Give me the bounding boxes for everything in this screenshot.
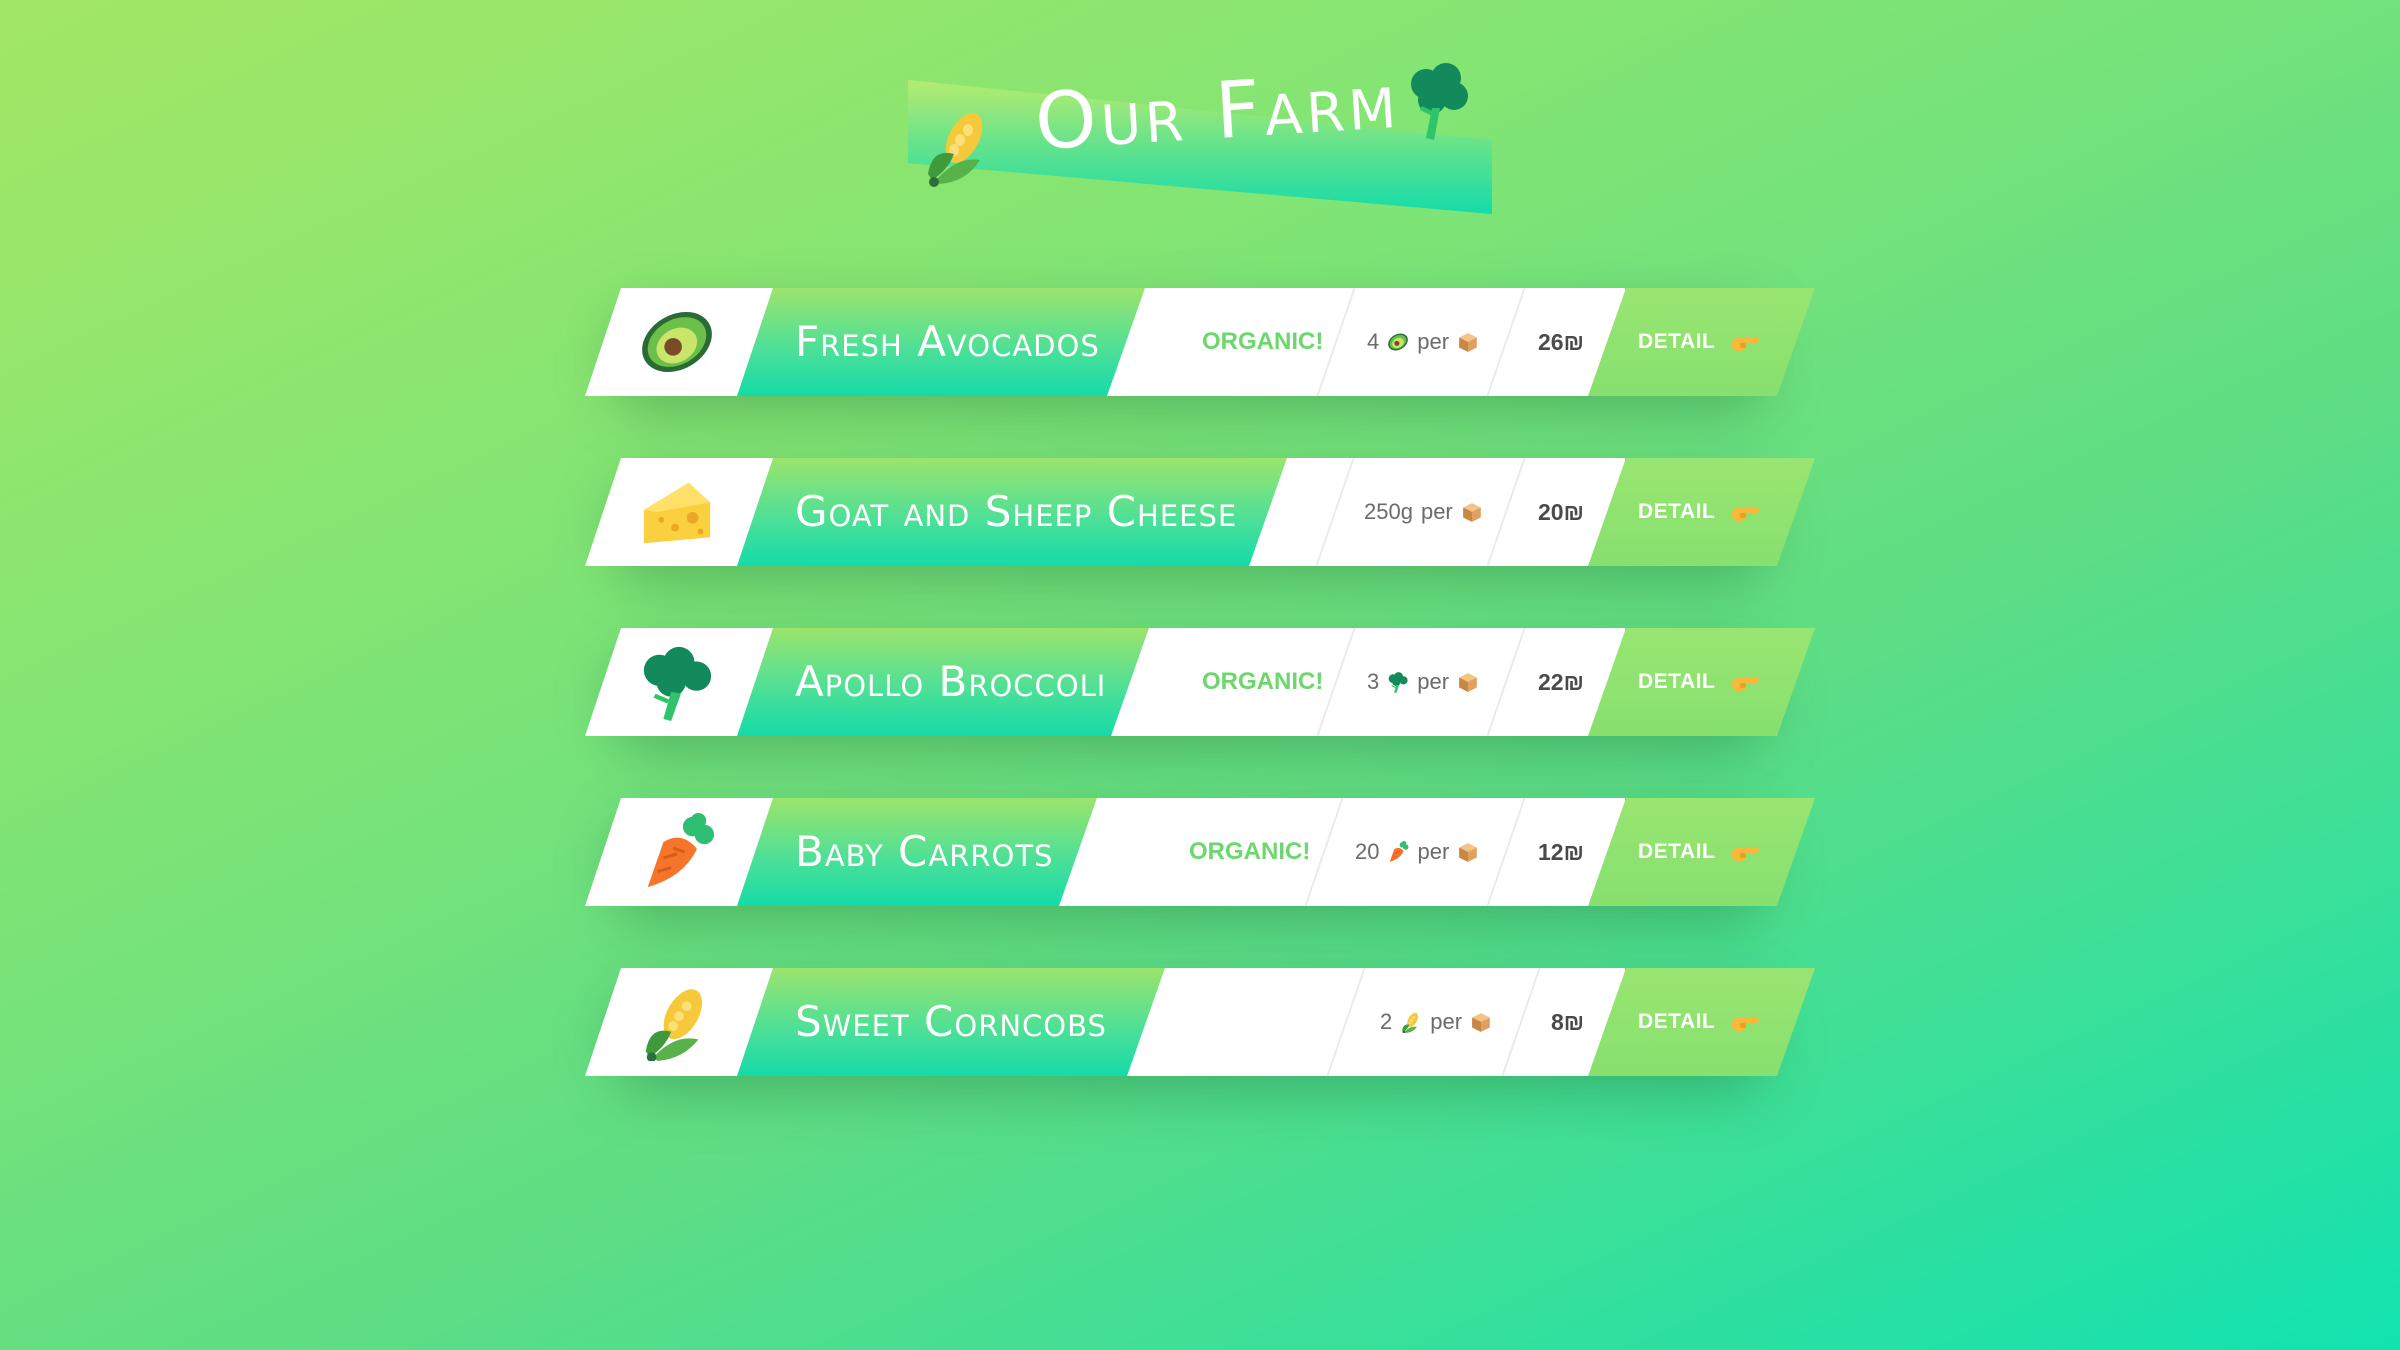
quantity-per-box: 3 per — [1367, 628, 1479, 736]
quantity-amount: 4 — [1367, 329, 1380, 354]
price: 22₪ — [1538, 669, 1584, 695]
box-icon — [1470, 1011, 1492, 1033]
detail-button-label[interactable]: DETAIL — [1638, 288, 1715, 396]
carrot-icon — [637, 813, 717, 888]
product-row: Sweet Corncobs 2 per 8₪ DETAIL — [585, 968, 1815, 1092]
product-name-band: Goat and Sheep Cheese — [737, 458, 1287, 566]
per-label: per — [1417, 669, 1450, 694]
per-label: per — [1430, 1009, 1463, 1034]
pointing-hand-icon[interactable] — [1730, 668, 1760, 702]
quantity-per-box: 250g per — [1364, 458, 1483, 566]
broccoli-icon — [1402, 60, 1474, 148]
corn-icon — [922, 104, 994, 192]
pointing-hand-icon[interactable] — [1730, 838, 1760, 872]
organic-badge: ORGANIC! — [1202, 668, 1324, 695]
box-icon — [1461, 501, 1483, 523]
pointing-hand-icon[interactable] — [1730, 1008, 1760, 1042]
avocado-icon — [637, 306, 717, 378]
product-name: Fresh Avocados — [795, 317, 1100, 366]
per-label: per — [1420, 499, 1453, 524]
product-name-band: Sweet Corncobs — [737, 968, 1165, 1076]
price: 20₪ — [1538, 499, 1584, 525]
per-label: per — [1417, 329, 1450, 354]
detail-button-label[interactable]: DETAIL — [1638, 628, 1715, 736]
pointing-hand-icon[interactable] — [1730, 498, 1760, 532]
quantity-per-box: 4 per — [1367, 288, 1479, 396]
organic-badge: ORGANIC! — [1202, 328, 1324, 355]
quantity-per-box: 2 per — [1380, 968, 1492, 1076]
product-name: Goat and Sheep Cheese — [795, 487, 1238, 536]
broccoli-icon — [637, 646, 717, 721]
price: 26₪ — [1538, 329, 1584, 355]
organic-badge: ORGANIC! — [1189, 838, 1311, 865]
product-row: Baby Carrots ORGANIC! 20 per 12₪ DETAIL — [585, 798, 1815, 922]
product-name: Sweet Corncobs — [795, 997, 1107, 1046]
quantity-amount: 250g — [1364, 499, 1413, 524]
corn-icon — [637, 986, 717, 1061]
product-row: Fresh Avocados ORGANIC! 4 per 26₪ DETAIL — [585, 288, 1815, 412]
quantity-amount: 2 — [1380, 1009, 1393, 1034]
pointing-hand-icon[interactable] — [1730, 328, 1760, 362]
quantity-amount: 3 — [1367, 669, 1380, 694]
product-name: Apollo Broccoli — [795, 657, 1107, 706]
box-icon — [1457, 841, 1479, 863]
quantity-amount: 20 — [1355, 839, 1380, 864]
box-icon — [1457, 671, 1479, 693]
price: 8₪ — [1551, 1009, 1585, 1035]
corn-icon — [1400, 1011, 1422, 1033]
page-header: Our Farm — [900, 56, 1500, 220]
detail-button-label[interactable]: DETAIL — [1638, 968, 1715, 1076]
product-row: Goat and Sheep Cheese 250g per 20₪ DETAIL — [585, 458, 1815, 582]
product-list: Fresh Avocados ORGANIC! 4 per 26₪ DETAIL … — [585, 288, 1815, 1138]
product-name-band: Apollo Broccoli — [737, 628, 1149, 736]
product-name-band: Fresh Avocados — [737, 288, 1145, 396]
detail-button-label[interactable]: DETAIL — [1638, 458, 1715, 566]
avocado-icon — [1387, 331, 1409, 353]
per-label: per — [1417, 839, 1450, 864]
cheese-icon — [637, 476, 717, 548]
box-icon — [1457, 331, 1479, 353]
product-name: Baby Carrots — [795, 827, 1054, 876]
detail-button-label[interactable]: DETAIL — [1638, 798, 1715, 906]
product-name-band: Baby Carrots — [737, 798, 1097, 906]
price: 12₪ — [1538, 839, 1584, 865]
product-row: Apollo Broccoli ORGANIC! 3 per 22₪ DETAIL — [585, 628, 1815, 752]
carrot-icon — [1387, 841, 1409, 863]
broccoli-icon — [1387, 671, 1409, 693]
quantity-per-box: 20 per — [1355, 798, 1479, 906]
